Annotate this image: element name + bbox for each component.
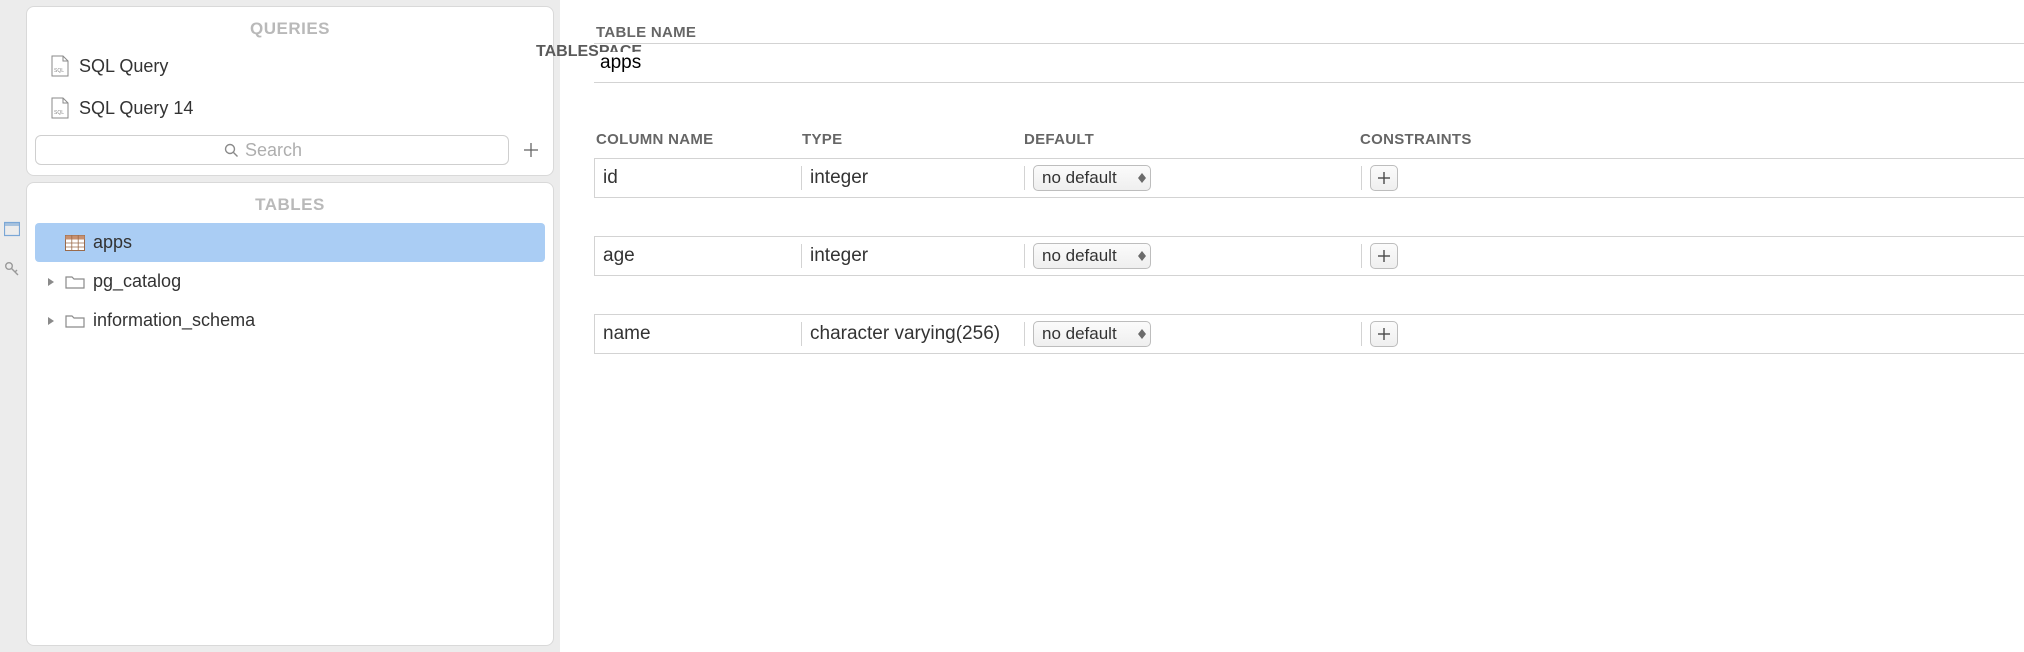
- schema-item-label: information_schema: [93, 310, 255, 331]
- query-item[interactable]: SQL SQL Query: [35, 45, 545, 87]
- column-constraints-cell: [1362, 159, 2024, 197]
- tables-panel-title: TABLES: [35, 189, 545, 221]
- main-content: TABLE NAME TABLESPACE COLUMN NAME TYPE D…: [560, 0, 2024, 652]
- sidebar: QUERIES SQL SQL Query SQL SQL Query 14: [24, 0, 560, 652]
- table-tool-icon[interactable]: [3, 220, 21, 238]
- svg-text:SQL: SQL: [54, 110, 64, 116]
- queries-search-row: [35, 135, 545, 165]
- disclosure-arrow-icon[interactable]: [45, 316, 57, 326]
- stepper-icon: [1138, 251, 1146, 261]
- query-item-label: SQL Query: [79, 56, 168, 77]
- search-icon: [224, 143, 239, 158]
- column-name-value: age: [603, 245, 635, 267]
- header-constraints: CONSTRAINTS: [1360, 131, 2024, 148]
- column-default-cell: no default: [1025, 159, 1361, 197]
- table-name-input-wrap: [594, 43, 2024, 83]
- table-item-apps[interactable]: ▶ apps: [35, 223, 545, 262]
- column-row: name character varying(256) no default: [594, 314, 2024, 354]
- column-type-value: integer: [810, 245, 868, 267]
- column-row: id integer no default: [594, 158, 2024, 198]
- queries-list: SQL SQL Query SQL SQL Query 14: [35, 45, 545, 129]
- column-constraints-cell: [1362, 237, 2024, 275]
- column-name-cell[interactable]: name: [595, 315, 801, 353]
- add-constraint-button[interactable]: [1370, 165, 1398, 191]
- svg-text:SQL: SQL: [54, 68, 64, 74]
- query-item-label: SQL Query 14: [79, 98, 193, 119]
- folder-icon: [65, 273, 85, 291]
- schema-item-pg-catalog[interactable]: pg_catalog: [35, 262, 545, 301]
- queries-search-wrap[interactable]: [35, 135, 509, 165]
- tables-panel: TABLES ▶ apps pg_catalog: [26, 182, 554, 646]
- queries-panel-title: QUERIES: [35, 13, 545, 45]
- sql-file-icon: SQL: [51, 55, 69, 77]
- search-input[interactable]: [245, 140, 320, 161]
- column-default-cell: no default: [1025, 315, 1361, 353]
- column-type-value: character varying(256): [810, 323, 1000, 345]
- column-type-cell[interactable]: integer: [802, 159, 1024, 197]
- column-type-cell[interactable]: character varying(256): [802, 315, 1024, 353]
- column-rows: id integer no default a: [596, 158, 2024, 354]
- add-query-button[interactable]: [517, 136, 545, 164]
- table-item-label: apps: [93, 232, 132, 253]
- query-item[interactable]: SQL SQL Query 14: [35, 87, 545, 129]
- header-type: TYPE: [802, 131, 1024, 148]
- column-row: age integer no default: [594, 236, 2024, 276]
- default-select[interactable]: no default: [1033, 165, 1151, 191]
- table-name-input[interactable]: [600, 52, 2024, 74]
- default-select-value: no default: [1042, 168, 1117, 188]
- default-select-value: no default: [1042, 324, 1117, 344]
- default-select[interactable]: no default: [1033, 243, 1151, 269]
- add-constraint-button[interactable]: [1370, 321, 1398, 347]
- column-name-value: id: [603, 167, 618, 189]
- disclosure-arrow-icon[interactable]: [45, 277, 57, 287]
- header-default: DEFAULT: [1024, 131, 1360, 148]
- columns-header: COLUMN NAME TYPE DEFAULT CONSTRAINTS: [596, 131, 2024, 156]
- column-constraints-cell: [1362, 315, 2024, 353]
- column-type-cell[interactable]: integer: [802, 237, 1024, 275]
- table-name-label: TABLE NAME: [596, 24, 2024, 41]
- column-type-value: integer: [810, 167, 868, 189]
- folder-icon: [65, 312, 85, 330]
- sql-file-icon: SQL: [51, 97, 69, 119]
- stepper-icon: [1138, 329, 1146, 339]
- schema-item-information-schema[interactable]: information_schema: [35, 301, 545, 340]
- key-tool-icon[interactable]: [3, 260, 21, 278]
- queries-panel: QUERIES SQL SQL Query SQL SQL Query 14: [26, 6, 554, 176]
- column-name-value: name: [603, 323, 651, 345]
- column-default-cell: no default: [1025, 237, 1361, 275]
- default-select-value: no default: [1042, 246, 1117, 266]
- schema-item-label: pg_catalog: [93, 271, 181, 292]
- tables-tree: ▶ apps pg_catalog: [35, 223, 545, 340]
- left-toolbar: [0, 0, 24, 652]
- table-icon: [65, 234, 85, 252]
- default-select[interactable]: no default: [1033, 321, 1151, 347]
- header-column-name: COLUMN NAME: [596, 131, 802, 148]
- column-name-cell[interactable]: age: [595, 237, 801, 275]
- stepper-icon: [1138, 173, 1146, 183]
- column-name-cell[interactable]: id: [595, 159, 801, 197]
- add-constraint-button[interactable]: [1370, 243, 1398, 269]
